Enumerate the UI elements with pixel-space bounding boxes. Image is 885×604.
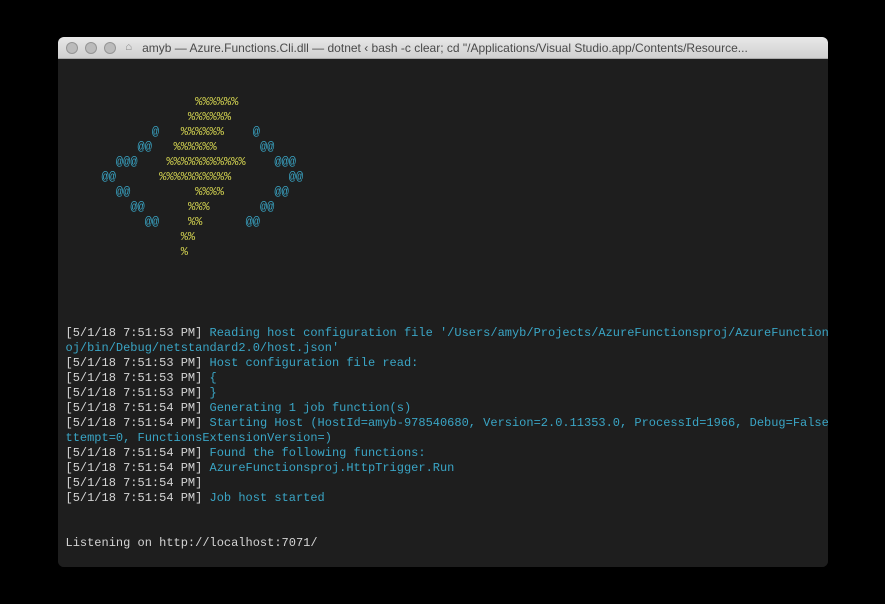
titlebar[interactable]: ⌂ amyb — Azure.Functions.Cli.dll — dotne… [58, 37, 828, 59]
log-line: [5/1/18 7:51:54 PM] Found the following … [66, 446, 820, 461]
logo-line: @ %%%%%% @ [66, 125, 820, 140]
logo-line: %%%%%% [66, 95, 820, 110]
logo-line: @@ %% @@ [66, 215, 820, 230]
zoom-button[interactable] [104, 42, 116, 54]
terminal-output[interactable]: %%%%%% %%%%%% @ %%%%%% @ @@ %%%%%% @@ @@… [58, 59, 828, 567]
window-title: amyb — Azure.Functions.Cli.dll — dotnet … [142, 41, 748, 55]
home-icon: ⌂ [126, 42, 133, 54]
log-line: [5/1/18 7:51:53 PM] Reading host configu… [66, 326, 820, 341]
log-line: oj/bin/Debug/netstandard2.0/host.json' [66, 341, 820, 356]
terminal-window: ⌂ amyb — Azure.Functions.Cli.dll — dotne… [58, 37, 828, 567]
logo-line: @@ %%%%%%%%%% @@ [66, 170, 820, 185]
logo-line: @@ %%%% @@ [66, 185, 820, 200]
log-line: [5/1/18 7:51:54 PM] AzureFunctionsproj.H… [66, 461, 820, 476]
logo-line: @@ %%%%%% @@ [66, 140, 820, 155]
traffic-lights [66, 42, 116, 54]
logo-line: % [66, 245, 820, 260]
listening-line: Listening on http://localhost:7071/ [66, 536, 820, 551]
ascii-logo: %%%%%% %%%%%% @ %%%%%% @ @@ %%%%%% @@ @@… [66, 95, 820, 260]
log-line: [5/1/18 7:51:53 PM] Host configuration f… [66, 356, 820, 371]
log-line: [5/1/18 7:51:54 PM] [66, 476, 820, 491]
log-line: [5/1/18 7:51:53 PM] } [66, 386, 820, 401]
log-line: [5/1/18 7:51:53 PM] { [66, 371, 820, 386]
logo-line: %% [66, 230, 820, 245]
close-button[interactable] [66, 42, 78, 54]
logo-line: @@@ %%%%%%%%%%% @@@ [66, 155, 820, 170]
log-line: ttempt=0, FunctionsExtensionVersion=) [66, 431, 820, 446]
log-lines: [5/1/18 7:51:53 PM] Reading host configu… [66, 326, 820, 506]
log-line: [5/1/18 7:51:54 PM] Generating 1 job fun… [66, 401, 820, 416]
log-line: [5/1/18 7:51:54 PM] Job host started [66, 491, 820, 506]
minimize-button[interactable] [85, 42, 97, 54]
logo-line: @@ %%% @@ [66, 200, 820, 215]
log-line: [5/1/18 7:51:54 PM] Starting Host (HostI… [66, 416, 820, 431]
logo-line: %%%%%% [66, 110, 820, 125]
